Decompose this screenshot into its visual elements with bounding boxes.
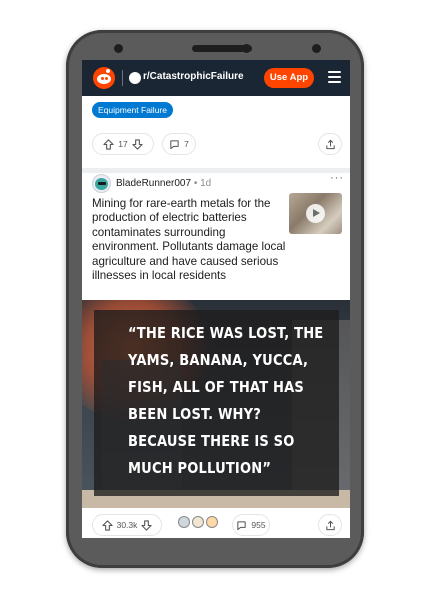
comment-icon <box>237 520 247 530</box>
subreddit-icon <box>129 72 141 84</box>
upvote-icon[interactable] <box>101 519 113 531</box>
vote-control: 30.3k <box>92 514 162 536</box>
post-flair[interactable]: Equipment Failure <box>92 102 173 118</box>
post-title[interactable]: Mining for rare-earth metals for the pro… <box>92 197 286 283</box>
downvote-icon[interactable] <box>141 519 153 531</box>
vote-count: 17 <box>118 139 128 149</box>
comment-count: 955 <box>251 520 266 530</box>
comments-button[interactable]: 7 <box>162 133 196 155</box>
sensor-dot <box>242 44 251 53</box>
vote-count: 30.3k <box>116 520 138 530</box>
downvote-icon[interactable] <box>132 138 143 150</box>
award-icon <box>192 516 204 528</box>
share-icon <box>325 139 335 149</box>
video-caption-box: “The rice was lost, the yams, banana, yu… <box>94 310 339 496</box>
hamburger-menu-icon[interactable] <box>328 71 341 83</box>
topbar-divider <box>122 70 123 86</box>
share-button[interactable] <box>318 514 342 536</box>
comment-icon <box>170 139 179 149</box>
camera-dot <box>312 44 321 53</box>
post-age: 1d <box>200 178 212 189</box>
use-app-button[interactable]: Use App <box>264 68 314 88</box>
top-bar: r/CatastrophicFailure Use App <box>82 60 350 96</box>
post-actions: 30.3k 955 <box>82 514 350 538</box>
user-avatar[interactable] <box>92 174 111 193</box>
more-options-icon[interactable]: ··· <box>330 172 344 184</box>
post-author[interactable]: BladeRunner007 <box>116 178 191 189</box>
camera-dot <box>114 44 123 53</box>
video-quote: “The rice was lost, the yams, banana, yu… <box>128 324 324 477</box>
prev-post-actions: 17 7 <box>82 133 350 159</box>
phone-top-bezel <box>66 30 364 60</box>
play-icon <box>306 204 325 223</box>
share-button[interactable] <box>318 133 342 155</box>
reddit-logo-icon[interactable] <box>93 67 115 89</box>
award-icon <box>206 516 218 528</box>
share-icon <box>325 520 335 530</box>
comment-count: 7 <box>184 139 189 149</box>
video-thumbnail[interactable] <box>289 193 342 234</box>
post-author-line: BladeRunner007 • 1d <box>116 178 212 189</box>
comments-button[interactable]: 955 <box>232 514 270 536</box>
phone-screen: r/CatastrophicFailure Use App Equipment … <box>82 60 350 538</box>
feed-separator <box>82 168 350 173</box>
post-video[interactable]: “The rice was lost, the yams, banana, yu… <box>82 300 350 508</box>
subreddit-name[interactable]: r/CatastrophicFailure <box>143 71 244 82</box>
award-icon <box>178 516 190 528</box>
awards-group[interactable] <box>178 516 218 528</box>
vote-control: 17 <box>92 133 154 155</box>
upvote-icon[interactable] <box>103 138 114 150</box>
